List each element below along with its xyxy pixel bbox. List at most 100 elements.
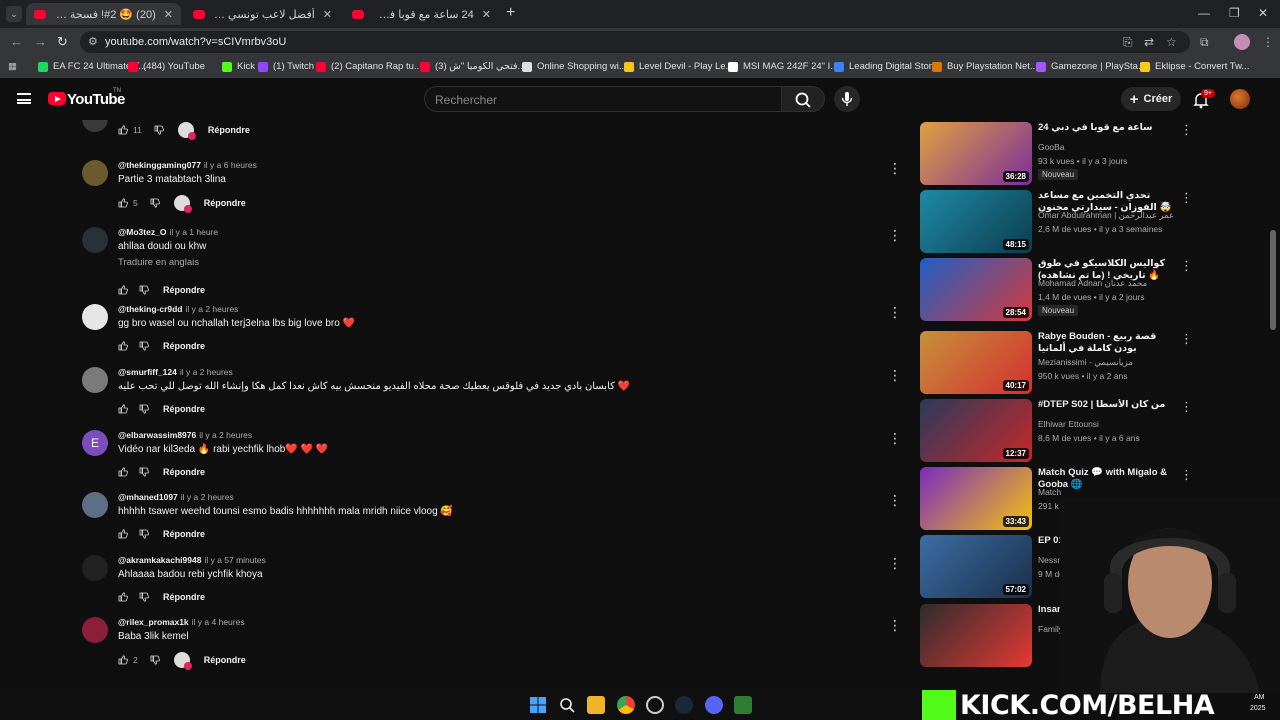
like-icon[interactable] bbox=[118, 125, 128, 135]
video-thumbnail[interactable]: 48:15 bbox=[920, 190, 1032, 253]
comment-menu-icon[interactable]: ⋮ bbox=[888, 617, 900, 634]
related-video-item[interactable]: 28:54 كواليس الكلاسيكو في طوق تاريخي ! (م… bbox=[920, 258, 1200, 321]
dislike-icon[interactable] bbox=[139, 404, 149, 414]
reply-button[interactable]: Répondre bbox=[163, 285, 205, 295]
comment-time[interactable]: il y a 2 heures bbox=[186, 304, 239, 314]
dislike-icon[interactable] bbox=[139, 341, 149, 351]
video-title[interactable]: Rabye Bouden - قصة ربيع بودن كاملة في أل… bbox=[1038, 331, 1174, 355]
bookmark-item[interactable]: (484) YouTube bbox=[128, 61, 205, 72]
menu-icon[interactable]: ⋮ bbox=[1262, 35, 1274, 49]
bookmark-item[interactable]: (2) Capitano Rap tu... bbox=[316, 61, 422, 72]
video-menu-icon[interactable]: ⋮ bbox=[1180, 190, 1193, 206]
video-thumbnail[interactable]: 28:54 bbox=[920, 258, 1032, 321]
comment-avatar[interactable] bbox=[82, 555, 108, 581]
like-icon[interactable] bbox=[118, 285, 128, 295]
video-thumbnail[interactable]: 57:02 bbox=[920, 535, 1032, 598]
comment-time[interactable]: il y a 1 heure bbox=[169, 227, 218, 237]
chrome-icon[interactable] bbox=[617, 696, 635, 714]
bookmark-item[interactable]: MSI MAG 242F 24" I... bbox=[728, 61, 838, 72]
like-icon[interactable] bbox=[118, 198, 128, 208]
video-menu-icon[interactable]: ⋮ bbox=[1180, 331, 1193, 347]
video-thumbnail[interactable]: 36:28 bbox=[920, 122, 1032, 185]
comment-time[interactable]: il y a 6 heures bbox=[204, 160, 257, 170]
reply-button[interactable]: Répondre bbox=[163, 592, 205, 602]
translate-link[interactable]: Traduire en anglais bbox=[118, 257, 199, 268]
comment-avatar[interactable]: E bbox=[82, 430, 108, 456]
minimize-icon[interactable]: — bbox=[1198, 6, 1210, 20]
video-menu-icon[interactable]: ⋮ bbox=[1180, 399, 1193, 415]
dislike-icon[interactable] bbox=[150, 655, 160, 665]
comment-time[interactable]: il y a 2 heures bbox=[180, 367, 233, 377]
comment-avatar[interactable] bbox=[82, 120, 108, 132]
video-channel[interactable]: Match bbox=[1038, 487, 1061, 497]
video-title[interactable]: #DTEP S02 | من كان الأسطا bbox=[1038, 399, 1174, 411]
new-tab-icon[interactable]: + bbox=[506, 4, 515, 22]
window-close-icon[interactable]: ✕ bbox=[1258, 6, 1268, 20]
comment-menu-icon[interactable]: ⋮ bbox=[888, 555, 900, 572]
like-icon[interactable] bbox=[118, 592, 128, 602]
bookmark-item[interactable]: Buy Playstation Net... bbox=[932, 61, 1038, 72]
comment-time[interactable]: il y a 2 heures bbox=[199, 430, 252, 440]
comment-avatar[interactable] bbox=[82, 160, 108, 186]
voice-search-button[interactable] bbox=[834, 86, 860, 112]
related-video-item[interactable]: 40:17 Rabye Bouden - قصة ربيع بودن كاملة … bbox=[920, 331, 1200, 394]
tab-active[interactable]: (20) 🤩 #2! فسحة في أزقة الأردن ✕ bbox=[26, 3, 181, 25]
comment-avatar[interactable] bbox=[82, 617, 108, 643]
comment-author[interactable]: @akramkakachi9948 bbox=[118, 555, 201, 565]
page-scrollbar[interactable] bbox=[1270, 230, 1276, 330]
bookmark-item[interactable]: Leading Digital Stor... bbox=[834, 61, 939, 72]
discord-icon[interactable] bbox=[705, 696, 723, 714]
comment-author[interactable]: @rilex_promax1k bbox=[118, 617, 189, 627]
file-explorer-icon[interactable] bbox=[587, 696, 605, 714]
dislike-icon[interactable] bbox=[139, 529, 149, 539]
comment-author[interactable]: @mhaned1097 bbox=[118, 492, 178, 502]
close-icon[interactable]: ✕ bbox=[315, 8, 332, 21]
comment-time[interactable]: il y a 57 minutes bbox=[204, 555, 265, 565]
video-thumbnail[interactable]: 40:17 bbox=[920, 331, 1032, 394]
video-channel[interactable]: Elhiwar Ettounsi bbox=[1038, 419, 1099, 429]
video-thumbnail[interactable] bbox=[920, 604, 1032, 667]
video-menu-icon[interactable]: ⋮ bbox=[1180, 258, 1193, 274]
tab-3[interactable]: 24 ساعة مع قوبا في دبي - YouTube ✕ bbox=[344, 3, 499, 25]
back-icon[interactable]: ← bbox=[10, 34, 23, 49]
app-icon[interactable] bbox=[646, 696, 664, 714]
account-avatar[interactable] bbox=[1230, 89, 1250, 109]
tab-search-icon[interactable]: ⌄ bbox=[6, 6, 22, 22]
url-text[interactable]: youtube.com/watch?v=sCIVmrbv3oU bbox=[105, 36, 286, 48]
like-icon[interactable] bbox=[118, 341, 128, 351]
comment-menu-icon[interactable]: ⋮ bbox=[888, 430, 900, 447]
forward-icon[interactable]: → bbox=[34, 34, 47, 49]
video-thumbnail[interactable]: 12:37 bbox=[920, 399, 1032, 462]
extensions-icon[interactable]: ⧉ bbox=[1200, 35, 1209, 50]
close-icon[interactable]: ✕ bbox=[474, 8, 491, 21]
comment-time[interactable]: il y a 2 heures bbox=[181, 492, 234, 502]
bookmark-item[interactable]: (1) Twitch bbox=[258, 61, 314, 72]
related-video-item[interactable]: 48:15 تحدي التخمين مع مساعد الفوزان - سيد… bbox=[920, 190, 1200, 253]
reply-button[interactable]: Répondre bbox=[163, 529, 205, 539]
video-menu-icon[interactable]: ⋮ bbox=[1180, 467, 1193, 483]
comment-author[interactable]: @Mo3tez_O bbox=[118, 227, 166, 237]
video-channel[interactable]: Omar Abdulrahman | عمر عبدالرحمن bbox=[1038, 210, 1174, 221]
like-icon[interactable] bbox=[118, 404, 128, 414]
create-button[interactable]: + Créer bbox=[1121, 87, 1181, 111]
reply-button[interactable]: Répondre bbox=[204, 655, 246, 665]
search-button[interactable] bbox=[781, 86, 825, 112]
comment-menu-icon[interactable]: ⋮ bbox=[888, 304, 900, 321]
profile-avatar[interactable] bbox=[1234, 34, 1250, 50]
comment-avatar[interactable] bbox=[82, 227, 108, 253]
comment-time[interactable]: il y a 4 heures bbox=[192, 617, 245, 627]
youtube-logo-icon[interactable] bbox=[48, 92, 66, 105]
bookmark-item[interactable]: Eklipse - Convert Tw... bbox=[1140, 61, 1249, 72]
search-icon[interactable] bbox=[558, 696, 576, 714]
related-video-item[interactable]: 36:28 24 ساعة مع قوبا في دبي GooBa 93 k vue… bbox=[920, 122, 1200, 185]
like-icon[interactable] bbox=[118, 529, 128, 539]
comment-menu-icon[interactable]: ⋮ bbox=[888, 160, 900, 177]
bookmark-item[interactable]: Level Devil - Play Le... bbox=[624, 61, 734, 72]
dislike-icon[interactable] bbox=[150, 198, 160, 208]
address-bar[interactable]: ⚙ youtube.com/watch?v=sCIVmrbv3oU ⎘ ⇄ ☆ bbox=[80, 31, 1190, 53]
app-icon-green[interactable] bbox=[734, 696, 752, 714]
reply-button[interactable]: Répondre bbox=[208, 125, 250, 135]
comment-author[interactable]: @elbarwassim8976 bbox=[118, 430, 196, 440]
video-channel[interactable]: GooBa bbox=[1038, 142, 1064, 152]
comment-author[interactable]: @theking-cr9dd bbox=[118, 304, 183, 314]
